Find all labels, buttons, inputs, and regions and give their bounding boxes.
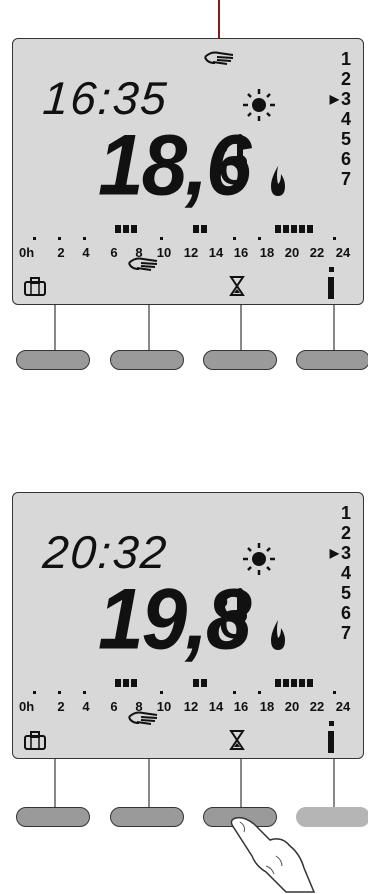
program-list: 1 2 3 4 5 6 7 [330,503,351,643]
flame-icon [271,620,285,650]
hourglass-button[interactable] [203,350,277,370]
suitcase-button[interactable] [16,807,90,827]
lcd-screen-2: 20:32 19,8 oC 1 2 3 4 5 6 [12,492,364,759]
info-icon [328,721,334,753]
sun-icon [243,89,275,121]
lcd-screen-1: 16:35 18,6 oC 1 2 ▶ 3 4 5 6 7 0h 2 4 6 8… [12,38,364,305]
program-1: 1 [340,49,351,69]
sun-icon [243,543,275,575]
program-3: 3 [330,543,351,563]
hand-icon [128,711,158,725]
thermometer-icon [233,134,247,169]
suitcase-icon [24,731,46,750]
hour-scale: 0h 2 4 6 8 10 12 14 16 18 20 22 24 [19,245,351,260]
hourglass-icon [229,730,245,750]
manual-button[interactable] [110,350,184,370]
program-5: 5 [340,129,351,149]
info-icon [328,267,334,299]
program-4: 4 [340,109,351,129]
hour-scale: 0h 2 4 6 8 10 12 14 16 18 20 22 24 [19,699,351,714]
thermostat-panel-2: 20:32 19,8 oC 1 2 3 4 5 6 [0,448,368,893]
program-6: 6 [340,149,351,169]
suitcase-icon [24,277,46,296]
program-list: 1 2 3 4 5 6 7 [330,49,351,189]
info-button[interactable] [296,350,368,370]
thermometer-icon [233,588,247,623]
manual-button[interactable] [110,807,184,827]
flame-icon [271,166,285,196]
program-3: 3 [330,89,351,109]
program-7: 7 [340,169,351,189]
program-2: 2 [340,523,351,543]
program-7: 7 [340,623,351,643]
program-5: 5 [340,583,351,603]
hand-icon [204,51,234,65]
program-6: 6 [340,603,351,623]
hand-icon [128,257,158,271]
finger-icon [230,816,316,893]
thermostat-panel-1: 16:35 18,6 oC 1 2 ▶ 3 4 5 6 7 0h 2 4 6 8… [0,0,368,380]
hourglass-icon [229,276,245,296]
program-2: 2 [340,69,351,89]
program-1: 1 [340,503,351,523]
suitcase-button[interactable] [16,350,90,370]
program-4: 4 [340,563,351,583]
